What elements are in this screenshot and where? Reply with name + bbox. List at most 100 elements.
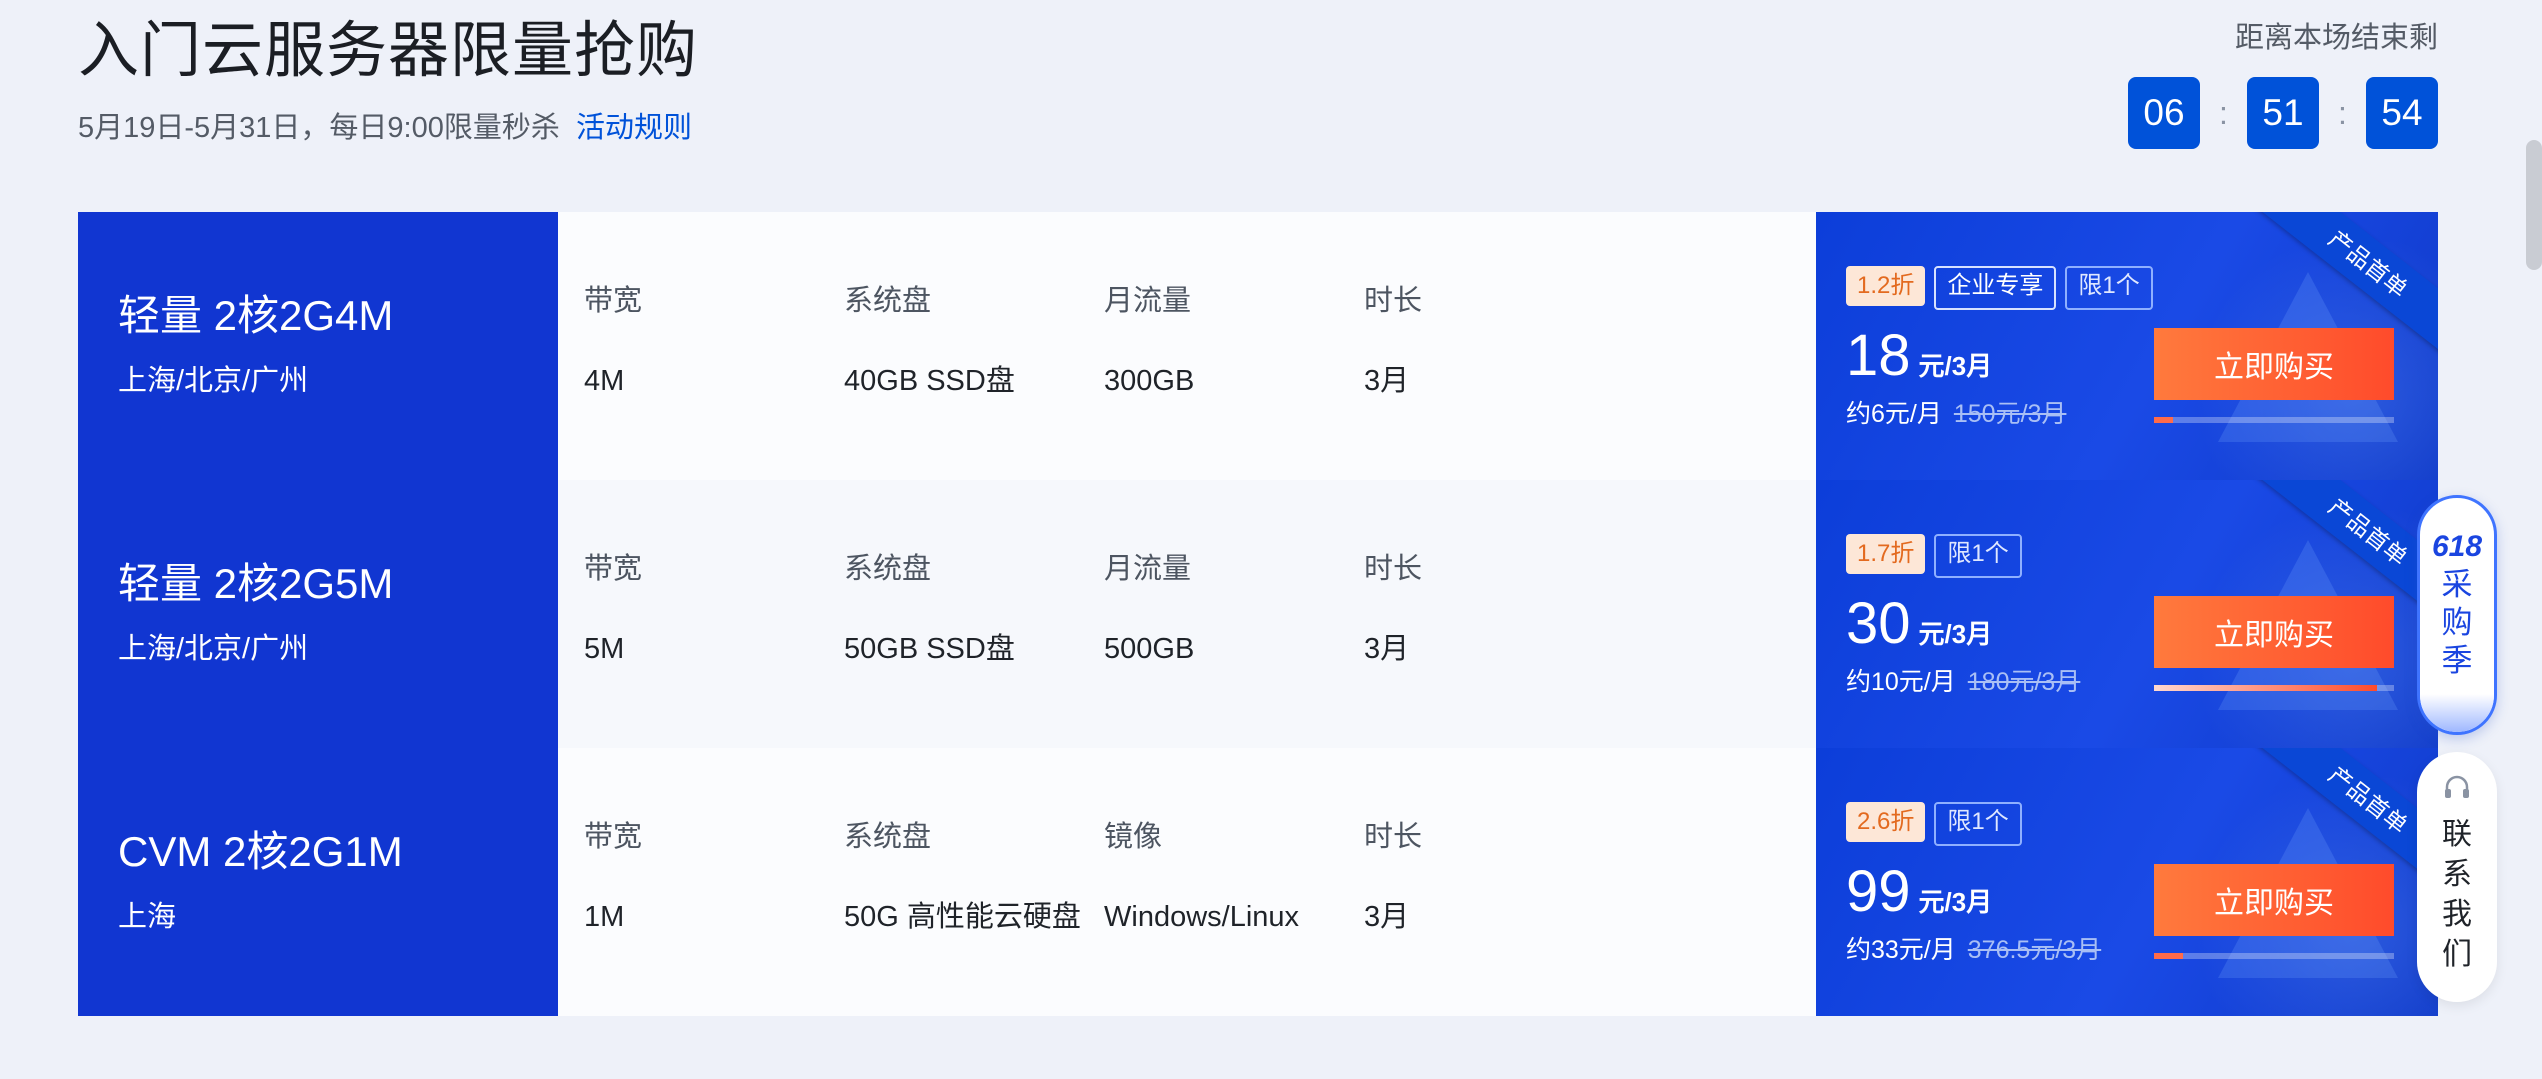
decorative-wave	[2420, 694, 2494, 732]
spec-image: 镜像 Windows/Linux	[1104, 817, 1299, 937]
countdown-hours: 06	[2128, 77, 2200, 149]
stock-progress-bar	[2154, 417, 2394, 423]
promo-char: 采	[2441, 567, 2473, 602]
spec-duration: 时长 3月	[1364, 281, 1422, 401]
price: 30 元/3月	[1846, 590, 1992, 658]
discount-badge: 1.2折	[1846, 266, 1926, 306]
original-price: 376.5元/3月	[1967, 936, 2102, 964]
product-name: CVM 2核2G1M	[118, 828, 403, 875]
spec-value: 50GB SSD盘	[844, 633, 1015, 665]
limit-badge: 限1个	[2065, 266, 2153, 310]
spec-duration: 时长 3月	[1364, 549, 1422, 669]
spec-bandwidth: 带宽 5M	[584, 549, 642, 669]
limit-badge: 限1个	[1934, 802, 2022, 846]
page-scrollbar[interactable]	[2526, 140, 2542, 270]
product-specs: 带宽 4M 系统盘 40GB SSD盘 月流量 300GB 时长 3月	[558, 212, 1816, 480]
spec-label: 带宽	[584, 285, 643, 317]
product-region: 上海/北京/广州	[118, 633, 309, 665]
spec-value: 40GB SSD盘	[844, 365, 1015, 397]
countdown-label: 距离本场结束剩	[2234, 22, 2438, 54]
spec-disk: 系统盘 50GB SSD盘	[844, 549, 1015, 669]
product-summary: CVM 2核2G1M 上海	[78, 748, 558, 1016]
limit-badge: 限1个	[1934, 534, 2022, 578]
spec-label: 时长	[1364, 553, 1423, 585]
product-list: 轻量 2核2G4M 上海/北京/广州 带宽 4M 系统盘 40GB SSD盘 月…	[78, 212, 2438, 1016]
countdown-timer: 06 : 51 : 54	[2128, 77, 2438, 149]
product-summary: 轻量 2核2G4M 上海/北京/广州	[78, 212, 558, 480]
stock-progress-fill	[2154, 953, 2183, 959]
spec-traffic: 月流量 300GB	[1104, 281, 1194, 401]
spec-value: 4M	[584, 365, 625, 397]
enterprise-badge: 企业专享	[1934, 266, 2057, 310]
spec-label: 月流量	[1104, 285, 1192, 317]
spec-value: 50G 高性能云硬盘	[844, 901, 1081, 933]
discount-badge: 2.6折	[1846, 802, 1926, 842]
product-specs: 带宽 1M 系统盘 50G 高性能云硬盘 镜像 Windows/Linux 时长…	[558, 748, 1816, 1016]
monthly-price: 约33元/月	[1846, 936, 1956, 964]
buy-now-button[interactable]: 立即购买	[2154, 596, 2394, 668]
spec-label: 镜像	[1104, 821, 1163, 853]
price-unit: 元/3月	[1918, 887, 1993, 917]
discount-badge: 1.7折	[1846, 534, 1926, 574]
price-amount: 18	[1846, 323, 1911, 388]
spec-value: 3月	[1364, 901, 1410, 933]
promo-char: 季	[2441, 643, 2473, 678]
monthly-price: 约6元/月	[1846, 400, 1942, 428]
spec-value: 3月	[1364, 633, 1410, 665]
contact-char: 联	[2442, 818, 2472, 851]
product-row: 轻量 2核2G5M 上海/北京/广州 带宽 5M 系统盘 50GB SSD盘 月…	[78, 480, 2438, 748]
buy-now-button[interactable]: 立即购买	[2154, 328, 2394, 400]
price: 18 元/3月	[1846, 322, 1992, 390]
activity-rules-link[interactable]: 活动规则	[576, 108, 692, 148]
product-tags: 1.7折 限1个	[1846, 534, 2022, 578]
page-title: 入门云服务器限量抢购	[78, 16, 699, 84]
price-amount: 30	[1846, 591, 1911, 656]
spec-label: 系统盘	[844, 553, 932, 585]
original-price: 180元/3月	[1967, 668, 2081, 696]
spec-value: 5M	[584, 633, 625, 665]
contact-char: 们	[2442, 938, 2472, 971]
spec-traffic: 月流量 500GB	[1104, 549, 1194, 669]
spec-label: 带宽	[584, 821, 643, 853]
monthly-price: 约10元/月	[1846, 668, 1956, 696]
countdown-separator: :	[2338, 94, 2347, 131]
spec-label: 带宽	[584, 553, 643, 585]
headset-icon	[2441, 772, 2473, 809]
spec-value: 1M	[584, 901, 625, 933]
product-region: 上海	[118, 901, 177, 933]
spec-label: 时长	[1364, 285, 1423, 317]
spec-label: 系统盘	[844, 285, 932, 317]
spec-value: 3月	[1364, 365, 1410, 397]
spec-label: 月流量	[1104, 553, 1192, 585]
stock-progress-bar	[2154, 953, 2394, 959]
product-specs: 带宽 5M 系统盘 50GB SSD盘 月流量 500GB 时长 3月	[558, 480, 1816, 748]
contact-char: 系	[2442, 858, 2472, 891]
spec-label: 系统盘	[844, 821, 932, 853]
618-promo-widget[interactable]: 618 采 购 季	[2417, 495, 2497, 735]
product-tags: 1.2折 企业专享 限1个	[1846, 266, 2153, 310]
618-logo: 618	[2431, 530, 2483, 563]
buy-now-button[interactable]: 立即购买	[2154, 864, 2394, 936]
product-name: 轻量 2核2G5M	[118, 560, 394, 607]
price-per-month: 约10元/月 180元/3月	[1846, 664, 2080, 700]
product-tags: 2.6折 限1个	[1846, 802, 2022, 846]
price-amount: 99	[1846, 859, 1911, 924]
price-per-month: 约33元/月 376.5元/3月	[1846, 932, 2101, 968]
product-purchase-panel: 产品首单 1.7折 限1个 30 元/3月 约10元/月 180元/3月 立即购买	[1816, 480, 2438, 748]
contact-us-widget[interactable]: 联 系 我 们	[2417, 752, 2497, 1002]
stock-progress-fill	[2154, 685, 2378, 691]
spec-disk: 系统盘 50G 高性能云硬盘	[844, 817, 1081, 937]
spec-value: 500GB	[1104, 633, 1195, 665]
spec-value: 300GB	[1104, 365, 1195, 397]
spec-disk: 系统盘 40GB SSD盘	[844, 281, 1015, 401]
activity-subtitle: 5月19日-5月31日，每日9:00限量秒杀	[78, 112, 560, 144]
product-row: CVM 2核2G1M 上海 带宽 1M 系统盘 50G 高性能云硬盘 镜像 Wi…	[78, 748, 2438, 1016]
price-unit: 元/3月	[1918, 351, 1993, 381]
product-name: 轻量 2核2G4M	[118, 292, 394, 339]
promo-char: 购	[2441, 605, 2473, 640]
countdown-seconds: 54	[2366, 77, 2438, 149]
price: 99 元/3月	[1846, 858, 1992, 926]
price-per-month: 约6元/月 150元/3月	[1846, 396, 2066, 432]
product-region: 上海/北京/广州	[118, 365, 309, 397]
spec-duration: 时长 3月	[1364, 817, 1422, 937]
